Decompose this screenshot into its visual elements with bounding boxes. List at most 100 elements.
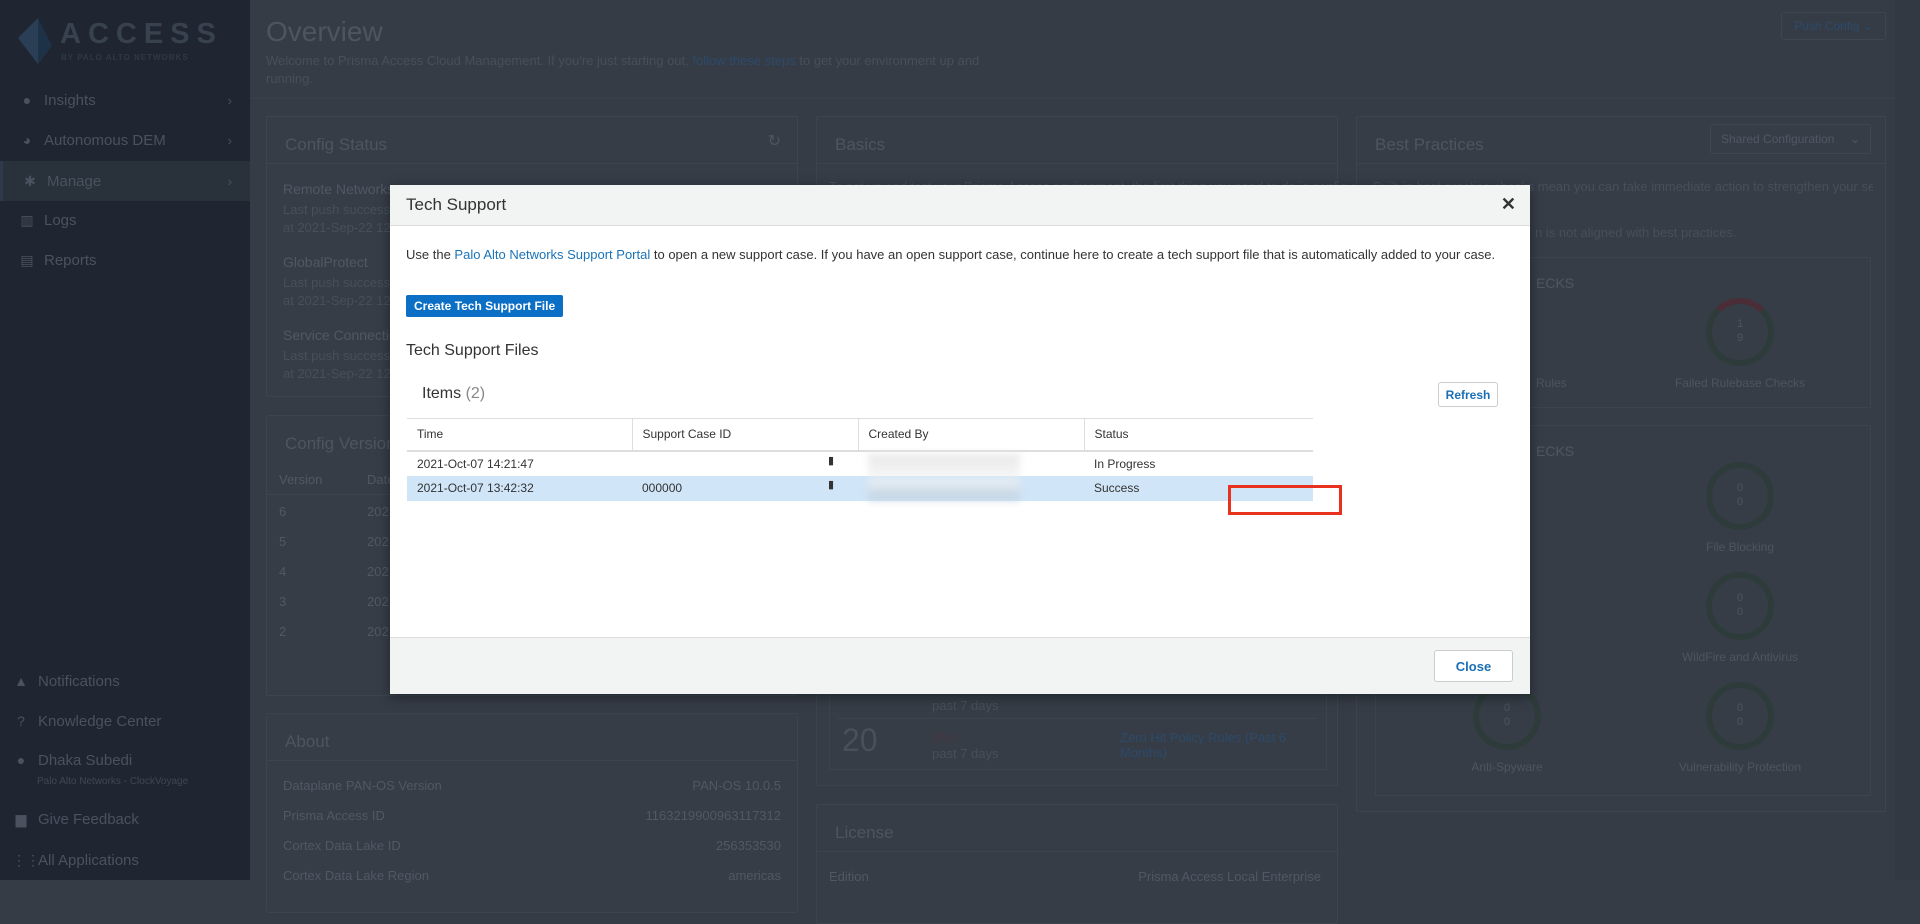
status-item-line: Last push successful (283, 348, 404, 363)
sidebar-item-logs[interactable]: ▥ Logs (0, 200, 250, 240)
sidebar-item-label: Knowledge Center (38, 712, 162, 730)
modal-description: Use the Palo Alto Networks Support Porta… (406, 244, 1516, 266)
follow-steps-link[interactable]: follow these steps (692, 53, 795, 68)
stat-sub: past 7 days (932, 746, 999, 761)
refresh-icon[interactable]: ↻ (768, 131, 781, 151)
logo-text: ACCESS (60, 18, 223, 50)
sidebar-item-insights[interactable]: ● Insights › (0, 80, 250, 120)
close-button[interactable]: Close (1434, 650, 1513, 682)
chevron-down-icon: ⌄ (1849, 132, 1860, 146)
chevron-right-icon: › (227, 132, 232, 148)
stat-pct: 5% (932, 730, 951, 745)
items-label: Items (422, 385, 462, 402)
create-tech-support-file-button[interactable]: Create Tech Support File (406, 295, 564, 317)
stat-sub: past 7 days (932, 698, 999, 713)
status-item-name: Remote Networks (283, 181, 395, 197)
push-config-button[interactable]: Push Config ⌄ (1781, 12, 1886, 40)
status-item-name: Service Connection (283, 327, 405, 343)
about-label: Dataplane PAN-OS Version (283, 778, 442, 793)
created-by-cell: ▮ (828, 475, 1084, 501)
sidebar-item-autonomous-dem[interactable]: ◕ Autonomous DEM › (0, 120, 250, 160)
table-row-selected[interactable]: 2021-Oct-07 13:42:32 000000 ▮ Success (407, 475, 1313, 501)
tech-support-table: Time Support Case ID Created By Status 2… (407, 418, 1313, 501)
support-portal-link[interactable]: Palo Alto Networks Support Portal (454, 247, 650, 262)
user-name: Dhaka Subedi (38, 751, 133, 769)
close-icon[interactable]: ✕ (1501, 194, 1516, 215)
check-label: Vulnerability Protection (1678, 760, 1802, 774)
modal-footer: Close (390, 637, 1530, 694)
file-blocking-ring[interactable]: 00 (1706, 462, 1774, 530)
license-card: License Edition Prisma Access Local Ente… (816, 804, 1338, 924)
check-bottom: 9 (1736, 332, 1744, 344)
about-value: 1163219900963117312 (645, 808, 781, 823)
status-item-line: at 2021-Sep-22 12:5 (283, 220, 402, 235)
sidebar-item-reports[interactable]: ▤ Reports (0, 240, 250, 280)
clipboard-icon[interactable]: ▮ (828, 454, 834, 467)
clipboard-icon[interactable]: ▮ (828, 478, 834, 491)
check-bottom: 0 (1503, 716, 1511, 728)
column-header-time[interactable]: Time (407, 418, 632, 452)
about-value: PAN-OS 10.0.5 (692, 778, 781, 793)
welcome-line2: running. (266, 71, 313, 86)
stat-change: 5% ↑ (932, 730, 961, 745)
sidebar-item-label: Give Feedback (38, 810, 139, 828)
modal-title: Tech Support (406, 195, 507, 214)
best-practices-text: n is not aligned with best practices. (1535, 225, 1737, 240)
page-title: Overview (266, 16, 383, 47)
date-cell: 202 (367, 594, 389, 609)
files-title: Tech Support Files (406, 342, 539, 359)
shared-configuration-dropdown[interactable]: Shared Configuration ⌄ (1710, 124, 1871, 154)
sidebar-item-label: Notifications (38, 672, 120, 690)
sidebar-item-user[interactable]: ● Dhaka Subedi (0, 740, 250, 780)
header-divider (250, 98, 1920, 99)
chevron-right-icon: › (227, 92, 232, 108)
about-value: americas (728, 868, 781, 883)
column-header-status[interactable]: Status (1083, 418, 1313, 452)
about-label: Cortex Data Lake Region (283, 868, 429, 883)
column-header-case-id[interactable]: Support Case ID (631, 418, 858, 452)
bell-icon: ▲ (14, 673, 28, 689)
column-header-created-by[interactable]: Created By (857, 418, 1084, 452)
items-count: Items (2) (422, 385, 485, 403)
sidebar-item-label: Reports (44, 251, 97, 269)
created-by-cell: ▮ (828, 451, 1084, 476)
wildfire-ring[interactable]: 00 (1706, 572, 1774, 640)
lightbulb-icon: ● (22, 92, 32, 108)
user-org: Palo Alto Networks - ClockVoyage (37, 776, 189, 787)
version-cell: 5 (279, 534, 287, 549)
license-label: Edition (829, 869, 869, 884)
check-label: Anti-Spyware (1471, 760, 1543, 774)
logo: ACCESS BY PALO ALTO NETWORKS (16, 18, 238, 64)
card-title: Basics (835, 135, 886, 154)
check-bottom: 0 (1736, 496, 1744, 508)
vulnerability-ring[interactable]: 00 (1706, 682, 1774, 750)
date-cell: 202 (367, 534, 389, 549)
zero-hit-link[interactable]: Zero Hit Policy Rules (Past 6 Months) (1120, 730, 1300, 760)
tech-support-modal: Tech Support ✕ Use the Palo Alto Network… (390, 185, 1530, 694)
scrollbar[interactable] (1895, 0, 1920, 880)
table-row[interactable]: 2021-Oct-07 14:21:47 ▮ In Progress (407, 451, 1313, 476)
card-title: About (285, 732, 330, 751)
version-cell: 4 (279, 564, 287, 579)
sidebar-item-give-feedback[interactable]: ▆ Give Feedback (0, 799, 250, 839)
check-top: 1 (1736, 318, 1744, 330)
sidebar-item-manage[interactable]: ✱ Manage › (0, 161, 250, 201)
items-number: (2) (465, 385, 486, 402)
sidebar-item-notifications[interactable]: ▲ Notifications (0, 661, 250, 701)
check-top: 0 (1736, 482, 1744, 494)
report-icon: ▤ (20, 251, 34, 268)
dropdown-value: Shared Configuration (1721, 132, 1835, 146)
status-item-line: at 2021-Sep-22 12:5 (283, 366, 402, 381)
sidebar-item-label: Autonomous DEM (44, 131, 166, 149)
failed-rulebase-ring[interactable]: 19 (1706, 298, 1774, 366)
sidebar-item-all-applications[interactable]: ⋮⋮ All Applications (0, 840, 250, 880)
refresh-button[interactable]: Refresh (1438, 382, 1498, 407)
user-icon: ● (16, 752, 26, 768)
version-cell: 6 (279, 504, 287, 519)
sidebar-item-label: Logs (44, 211, 77, 229)
sidebar-item-knowledge-center[interactable]: ? Knowledge Center (0, 701, 250, 741)
status-item-line: Last push successful (283, 275, 404, 290)
welcome-pre: Welcome to Prisma Access Cloud Managemen… (266, 53, 693, 68)
check-top: 0 (1503, 702, 1511, 714)
feedback-icon: ▆ (15, 810, 27, 827)
